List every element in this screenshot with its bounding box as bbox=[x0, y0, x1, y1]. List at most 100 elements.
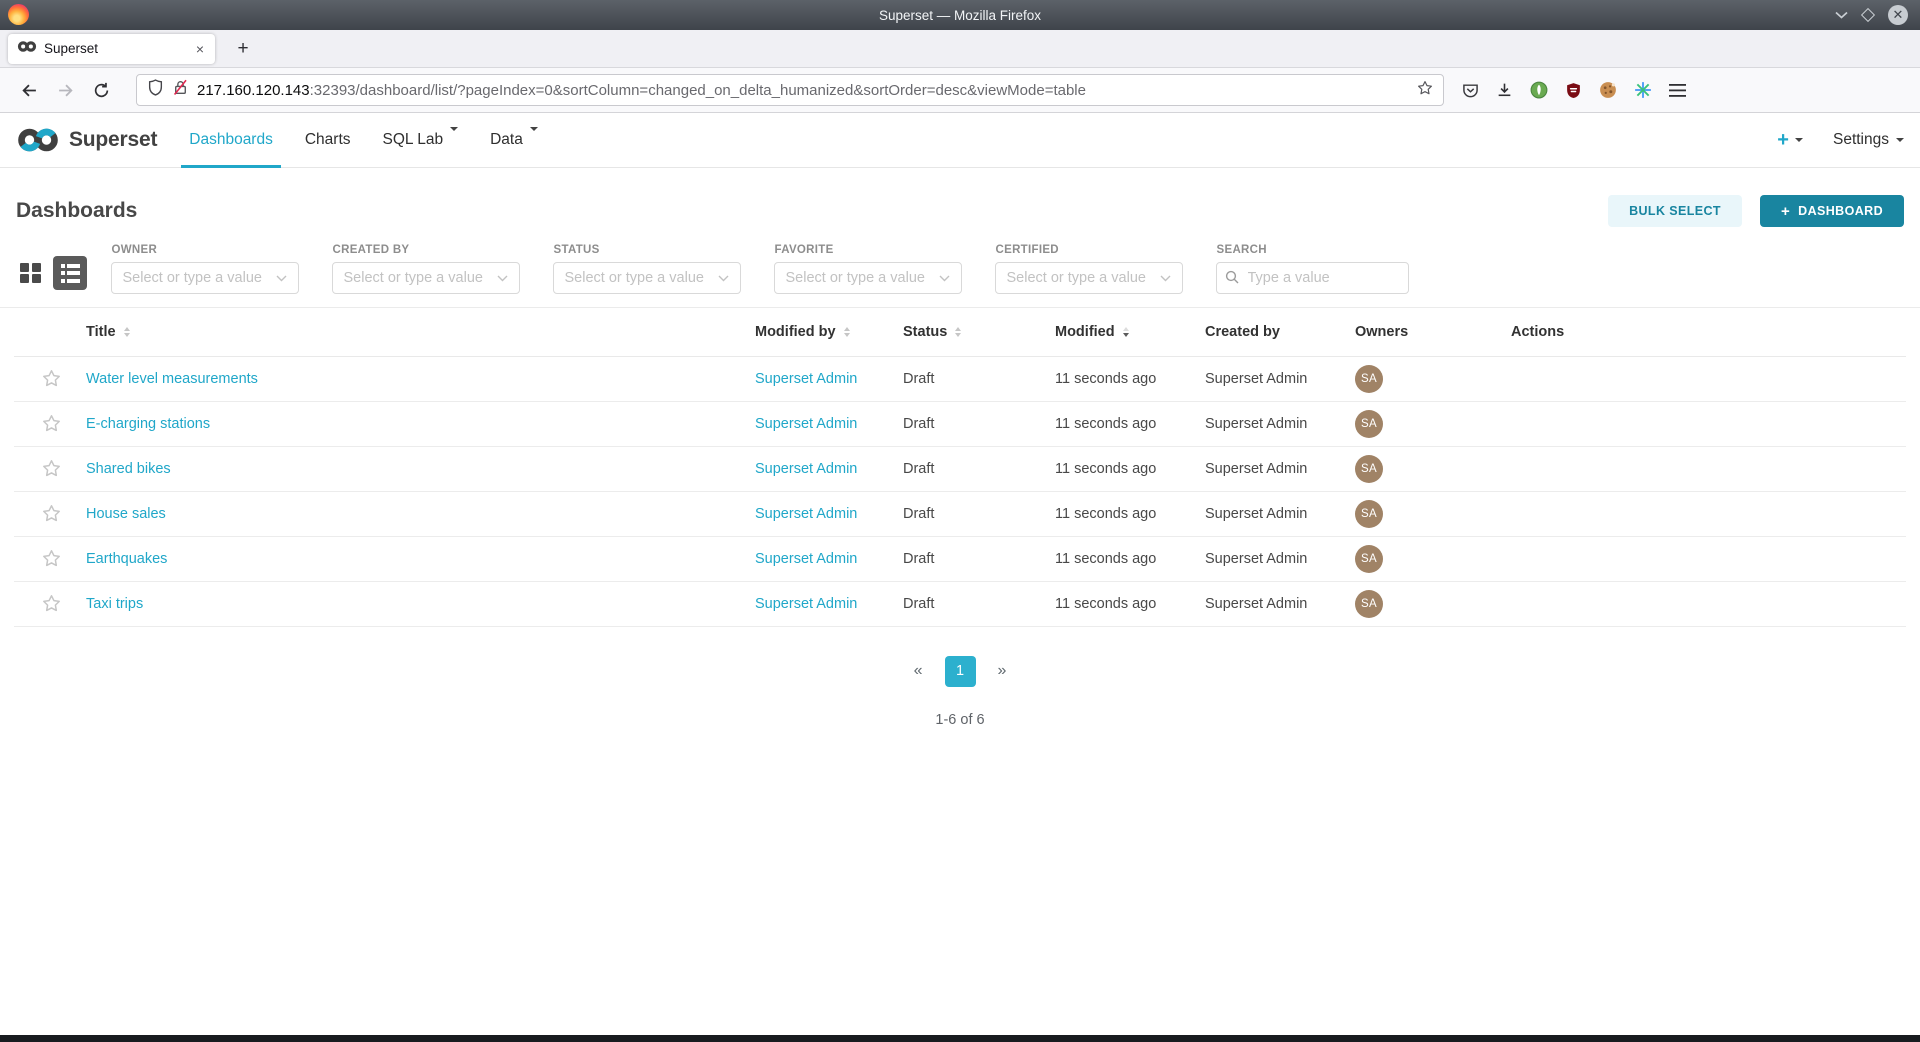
dashboard-title-link[interactable]: House sales bbox=[86, 506, 166, 522]
snowflake-extension-icon[interactable] bbox=[1634, 81, 1652, 99]
modified-cell: 11 seconds ago bbox=[1039, 581, 1189, 626]
new-item-dropdown[interactable]: + bbox=[1777, 129, 1803, 152]
nav-menu-item[interactable]: Data bbox=[474, 113, 554, 168]
table-header-row: Title Modified by Status Modified Create… bbox=[14, 308, 1906, 356]
column-header[interactable]: Modified by bbox=[739, 308, 887, 356]
cookie-extension-icon[interactable] bbox=[1599, 81, 1617, 99]
dashboard-title-link[interactable]: Shared bikes bbox=[86, 461, 171, 477]
window-close-icon[interactable]: ✕ bbox=[1888, 5, 1908, 25]
nav-menu-item[interactable]: Dashboards bbox=[173, 113, 289, 168]
filter-select[interactable]: Select or type a value bbox=[995, 262, 1183, 294]
next-page-button[interactable]: » bbox=[990, 658, 1015, 684]
sort-icon[interactable] bbox=[955, 327, 961, 338]
list-view-icon[interactable] bbox=[53, 256, 87, 290]
new-tab-button[interactable]: + bbox=[229, 35, 257, 63]
card-view-icon[interactable] bbox=[20, 263, 41, 284]
back-icon[interactable] bbox=[14, 75, 44, 105]
chevron-down-icon bbox=[939, 275, 950, 282]
favorite-star-icon[interactable] bbox=[42, 594, 61, 613]
status-cell: Draft bbox=[887, 491, 1039, 536]
owner-avatar[interactable]: SA bbox=[1355, 545, 1383, 573]
window-minimize-icon[interactable] bbox=[1835, 11, 1848, 19]
search-icon bbox=[1225, 270, 1239, 289]
plus-icon: + bbox=[1781, 203, 1790, 220]
bulk-select-button[interactable]: BULK SELECT bbox=[1608, 195, 1742, 227]
favorite-star-icon[interactable] bbox=[42, 369, 61, 388]
table-row: Taxi trips Superset Admin Draft 11 secon… bbox=[14, 581, 1906, 626]
insecure-lock-icon[interactable] bbox=[172, 79, 189, 101]
pagination: « 1 » bbox=[0, 656, 1920, 687]
ublock-origin-icon[interactable] bbox=[1565, 82, 1582, 99]
firefox-icon bbox=[8, 4, 29, 25]
filter-select[interactable]: Select or type a value bbox=[332, 262, 520, 294]
column-header[interactable]: Actions bbox=[1495, 308, 1906, 356]
nav-menu-item[interactable]: SQL Lab bbox=[367, 113, 475, 168]
chevron-down-icon bbox=[450, 127, 458, 148]
superset-favicon bbox=[17, 40, 37, 58]
column-header[interactable]: Created by bbox=[1189, 308, 1339, 356]
url-text[interactable]: 217.160.120.143:32393/dashboard/list/?pa… bbox=[197, 82, 1409, 99]
bookmark-star-icon[interactable] bbox=[1417, 80, 1433, 101]
modified-by-link[interactable]: Superset Admin bbox=[755, 416, 857, 432]
owner-avatar[interactable]: SA bbox=[1355, 410, 1383, 438]
favorite-star-icon[interactable] bbox=[42, 414, 61, 433]
superset-logo[interactable]: Superset bbox=[16, 126, 157, 154]
chevron-down-icon bbox=[1795, 138, 1803, 142]
sort-icon[interactable] bbox=[844, 327, 850, 338]
url-bar[interactable]: 217.160.120.143:32393/dashboard/list/?pa… bbox=[136, 74, 1444, 106]
modified-by-link[interactable]: Superset Admin bbox=[755, 596, 857, 612]
pocket-icon[interactable] bbox=[1462, 82, 1479, 99]
dashboard-title-link[interactable]: E-charging stations bbox=[86, 416, 210, 432]
column-header[interactable]: Owners bbox=[1339, 308, 1495, 356]
brand-name: Superset bbox=[69, 128, 157, 152]
hamburger-menu-icon[interactable] bbox=[1669, 84, 1686, 97]
nav-menu-item[interactable]: Charts bbox=[289, 113, 367, 168]
filter-select[interactable]: Select or type a value bbox=[553, 262, 741, 294]
sort-icon[interactable] bbox=[124, 327, 130, 338]
modified-by-link[interactable]: Superset Admin bbox=[755, 461, 857, 477]
downloads-icon[interactable] bbox=[1496, 82, 1513, 99]
owner-avatar[interactable]: SA bbox=[1355, 365, 1383, 393]
dashboard-title-link[interactable]: Taxi trips bbox=[86, 596, 143, 612]
search-input[interactable] bbox=[1216, 262, 1409, 294]
column-header[interactable]: Status bbox=[887, 308, 1039, 356]
forward-icon[interactable] bbox=[50, 75, 80, 105]
column-header[interactable]: Modified bbox=[1039, 308, 1189, 356]
modified-cell: 11 seconds ago bbox=[1039, 536, 1189, 581]
filter-group: CERTIFIED Select or type a value bbox=[995, 244, 1183, 294]
favorite-star-icon[interactable] bbox=[42, 504, 61, 523]
new-dashboard-button[interactable]: + DASHBOARD bbox=[1760, 195, 1904, 227]
tab-close-icon[interactable]: × bbox=[194, 41, 206, 57]
favorite-star-icon[interactable] bbox=[42, 459, 61, 478]
owner-avatar[interactable]: SA bbox=[1355, 500, 1383, 528]
reload-icon[interactable] bbox=[86, 75, 116, 105]
tracking-shield-icon[interactable] bbox=[147, 79, 164, 101]
column-header[interactable]: Title bbox=[70, 308, 739, 356]
select-placeholder: Select or type a value bbox=[786, 270, 933, 286]
settings-dropdown[interactable]: Settings bbox=[1833, 131, 1904, 149]
select-placeholder: Select or type a value bbox=[344, 270, 491, 286]
modified-by-link[interactable]: Superset Admin bbox=[755, 506, 857, 522]
owner-avatar[interactable]: SA bbox=[1355, 590, 1383, 618]
dashboards-table: Title Modified by Status Modified Create… bbox=[14, 308, 1906, 627]
sort-icon[interactable] bbox=[1123, 327, 1129, 338]
pagination-summary: 1-6 of 6 bbox=[0, 712, 1920, 728]
filter-select[interactable]: Select or type a value bbox=[111, 262, 299, 294]
favorite-column-header bbox=[14, 308, 70, 356]
previous-page-button[interactable]: « bbox=[906, 658, 931, 684]
favorite-star-icon[interactable] bbox=[42, 549, 61, 568]
dashboard-title-link[interactable]: Water level measurements bbox=[86, 371, 258, 387]
actions-cell bbox=[1495, 491, 1906, 536]
column-label: Actions bbox=[1511, 324, 1564, 340]
window-maximize-icon[interactable] bbox=[1863, 10, 1873, 20]
owner-avatar[interactable]: SA bbox=[1355, 455, 1383, 483]
actions-cell bbox=[1495, 356, 1906, 401]
dashboard-title-link[interactable]: Earthquakes bbox=[86, 551, 167, 567]
column-label: Owners bbox=[1355, 324, 1408, 340]
browser-tab-superset[interactable]: Superset × bbox=[8, 34, 215, 64]
filter-select[interactable]: Select or type a value bbox=[774, 262, 962, 294]
extension-privacy-icon[interactable] bbox=[1530, 81, 1548, 99]
page-1-button[interactable]: 1 bbox=[945, 656, 976, 687]
modified-by-link[interactable]: Superset Admin bbox=[755, 551, 857, 567]
modified-by-link[interactable]: Superset Admin bbox=[755, 371, 857, 387]
